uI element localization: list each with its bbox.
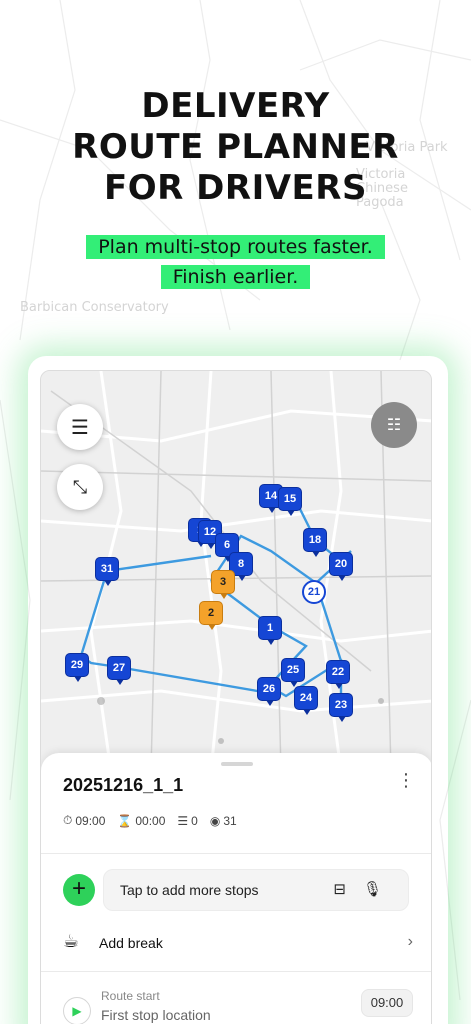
stop-pin[interactable]: 1 bbox=[258, 616, 282, 645]
current-stop-pin[interactable]: 3 bbox=[211, 570, 235, 599]
headline-line: DELIVERY bbox=[141, 86, 330, 126]
coffee-cup-icon: ☕ bbox=[63, 931, 80, 951]
route-name: 20251216_1_1 bbox=[63, 775, 184, 795]
stop-pin[interactable]: 22 bbox=[326, 660, 350, 689]
stop-pin[interactable]: 24 bbox=[294, 686, 318, 715]
bg-map-label: Barbican Conservatory bbox=[20, 300, 169, 315]
duration-value: 00:00 bbox=[135, 813, 166, 828]
start-time-icon: ⏱ bbox=[63, 813, 73, 827]
add-break-row[interactable]: ☕ Add break › bbox=[63, 929, 413, 957]
stops-icon: ◉ bbox=[209, 813, 221, 828]
headline-line: FOR DRIVERS bbox=[104, 168, 367, 208]
stat-duration: ⌛ 00:00 bbox=[117, 814, 165, 828]
phone-frame: ☰ ⤡ ☷ 14 15 1 12 6 18 8 20 31 3 21 2 1 2… bbox=[40, 370, 432, 1024]
optimize-route-button[interactable]: ⤡ bbox=[57, 464, 103, 510]
divider bbox=[41, 971, 431, 972]
stop-pin[interactable]: 23 bbox=[329, 693, 353, 722]
page-headline: DELIVERY ROUTE PLANNER FOR DRIVERS bbox=[0, 86, 471, 209]
stop-pin[interactable]: 29 bbox=[65, 653, 89, 682]
route-start-label: Route start bbox=[101, 989, 160, 1003]
chevron-right-icon: › bbox=[407, 933, 413, 950]
tagline-line-2: Finish earlier. bbox=[0, 265, 471, 289]
add-stops-input[interactable]: Tap to add more stops ⊟ 🎙 bbox=[103, 869, 409, 911]
stop-pin[interactable]: 27 bbox=[107, 656, 131, 685]
stop-pin[interactable]: 20 bbox=[329, 552, 353, 581]
depot-pin[interactable]: 21 bbox=[302, 580, 326, 604]
stop-pin[interactable]: 18 bbox=[303, 528, 327, 557]
more-options-icon[interactable]: ⋮ bbox=[397, 771, 415, 789]
route-bottom-sheet: 20251216_1_1 ⋮ ⏱ 09:00 ⌛ 00:00 ☰ 0 ◉ 31 … bbox=[41, 753, 431, 1024]
list-view-button[interactable]: ☷ bbox=[371, 402, 417, 448]
route-stats: ⏱ 09:00 ⌛ 00:00 ☰ 0 ◉ 31 bbox=[63, 813, 237, 828]
stat-start-time: ⏱ 09:00 bbox=[63, 813, 105, 828]
add-stops-placeholder: Tap to add more stops bbox=[120, 882, 259, 898]
headline-line: ROUTE PLANNER bbox=[72, 127, 399, 167]
hourglass-icon: ⌛ bbox=[117, 813, 133, 828]
list-icon: ☰ bbox=[177, 813, 189, 828]
sheet-grabber[interactable] bbox=[221, 762, 253, 766]
route-start-row[interactable]: ▶ Route start First stop location 09:00 bbox=[63, 985, 413, 1024]
menu-button[interactable]: ☰ bbox=[57, 404, 103, 450]
scan-icon[interactable]: ⊟ bbox=[333, 880, 346, 898]
hamburger-icon: ☰ bbox=[71, 416, 89, 439]
stop-pin[interactable]: 31 bbox=[95, 557, 119, 586]
tagline-text: Finish earlier. bbox=[160, 265, 311, 289]
add-stop-button[interactable]: + bbox=[63, 874, 95, 906]
stops-value: 31 bbox=[223, 813, 237, 828]
tagline-line-1: Plan multi-stop routes faster. bbox=[0, 235, 471, 259]
stop-pin[interactable]: 26 bbox=[257, 677, 281, 706]
route-start-location: First stop location bbox=[101, 1007, 211, 1023]
play-icon: ▶ bbox=[63, 997, 91, 1024]
list-toggle-icon: ☷ bbox=[386, 417, 402, 434]
stat-breaks: ☰ 0 bbox=[177, 814, 197, 828]
stop-pin[interactable]: 15 bbox=[278, 487, 302, 516]
add-break-label: Add break bbox=[99, 935, 163, 951]
current-stop-pin[interactable]: 2 bbox=[199, 601, 223, 630]
route-shuffle-icon: ⤡ bbox=[72, 476, 88, 497]
route-start-time[interactable]: 09:00 bbox=[361, 989, 413, 1017]
stat-stops: ◉ 31 bbox=[210, 814, 237, 828]
divider bbox=[41, 853, 431, 854]
plus-icon: + bbox=[71, 875, 86, 902]
stop-pin[interactable]: 25 bbox=[281, 658, 305, 687]
microphone-icon[interactable]: 🎙 bbox=[363, 880, 382, 898]
tagline-text: Plan multi-stop routes faster. bbox=[86, 235, 385, 259]
start-time-value: 09:00 bbox=[75, 813, 106, 828]
breaks-value: 0 bbox=[191, 813, 198, 828]
